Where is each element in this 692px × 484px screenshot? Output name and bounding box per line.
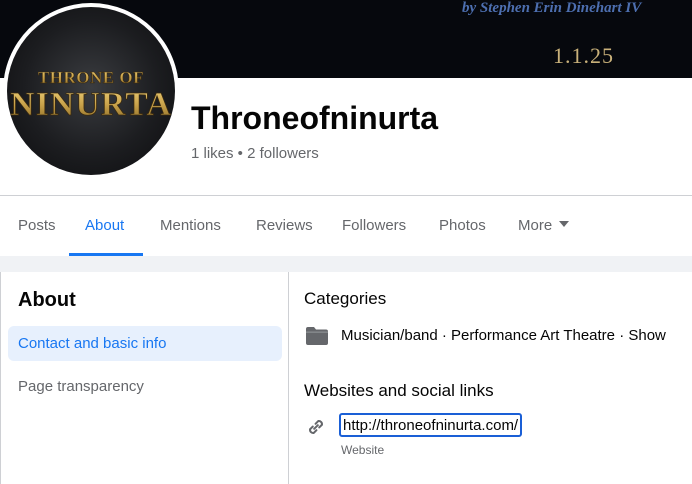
sidebar-item-page-transparency[interactable]: Page transparency [18,378,144,395]
categories-value[interactable]: Musician/band · Performance Art Theatre … [341,327,666,344]
tab-about[interactable]: About [85,196,124,256]
tab-photos[interactable]: Photos [439,196,486,256]
tab-posts[interactable]: Posts [18,196,56,256]
logo-line1: THRONE OF [38,68,144,87]
folder-icon [306,327,328,345]
active-tab-indicator [69,253,143,256]
tab-more[interactable]: More [518,196,570,256]
categories-heading: Categories [304,289,387,308]
tab-mentions[interactable]: Mentions [160,196,221,256]
caret-down-icon [559,221,570,228]
cover-credit-text: by Stephen Erin Dinehart IV [462,0,642,16]
link-icon [309,420,323,434]
throne-of-ninurta-logo: THRONE OF NINURTA [10,68,172,124]
sidebar-left-border [0,272,1,484]
profile-avatar[interactable]: THRONE OF NINURTA [3,3,179,179]
about-heading: About [18,289,76,311]
page-stats[interactable]: 1 likes • 2 followers [191,145,319,162]
tab-reviews[interactable]: Reviews [256,196,313,256]
website-caption: Website [341,443,385,457]
logo-line2: NINURTA [10,86,172,123]
tab-followers[interactable]: Followers [342,196,406,256]
website-link[interactable]: http://throneofninurta.com/ [339,413,523,437]
websites-heading: Websites and social links [304,381,494,400]
page-title: Throneofninurta [191,100,439,136]
tab-bar: Posts About Mentions Reviews Followers P… [0,196,692,256]
tab-more-label: More [518,217,553,234]
cover-date-text: 1.1.25 [553,43,614,68]
avatar-image: THRONE OF NINURTA [7,7,175,175]
sidebar-item-contact-info-label[interactable]: Contact and basic info [18,335,166,352]
